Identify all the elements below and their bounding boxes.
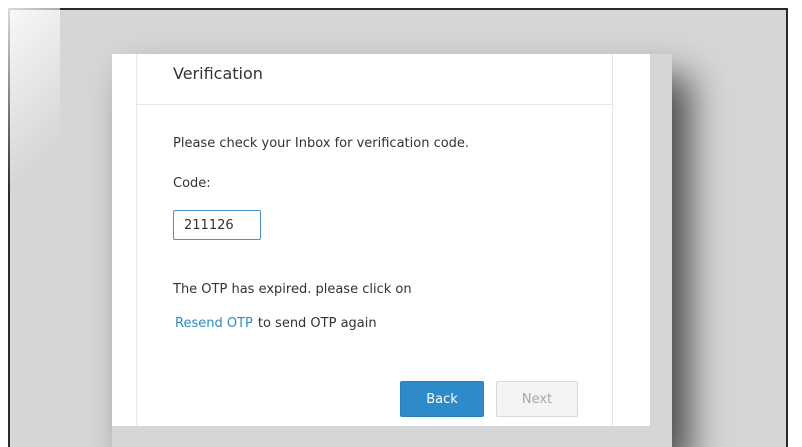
dialog-title: Verification	[173, 64, 263, 83]
instruction-text: Please check your Inbox for verification…	[173, 136, 470, 151]
resend-suffix-text: to send OTP again	[257, 316, 377, 331]
resend-otp-link[interactable]: Resend OTP	[175, 316, 253, 331]
code-input[interactable]	[173, 210, 261, 240]
resend-line: Resend OTP to send OTP again	[175, 316, 377, 331]
otp-expired-message: The OTP has expired. please click on	[173, 282, 412, 297]
verification-dialog: Verification Please check your Inbox for…	[112, 54, 650, 426]
back-button[interactable]: Back	[400, 381, 484, 417]
dialog-panel: Verification Please check your Inbox for…	[136, 54, 613, 426]
dialog-header: Verification	[137, 54, 612, 105]
next-button[interactable]: Next	[496, 381, 578, 417]
code-label: Code:	[173, 176, 211, 191]
